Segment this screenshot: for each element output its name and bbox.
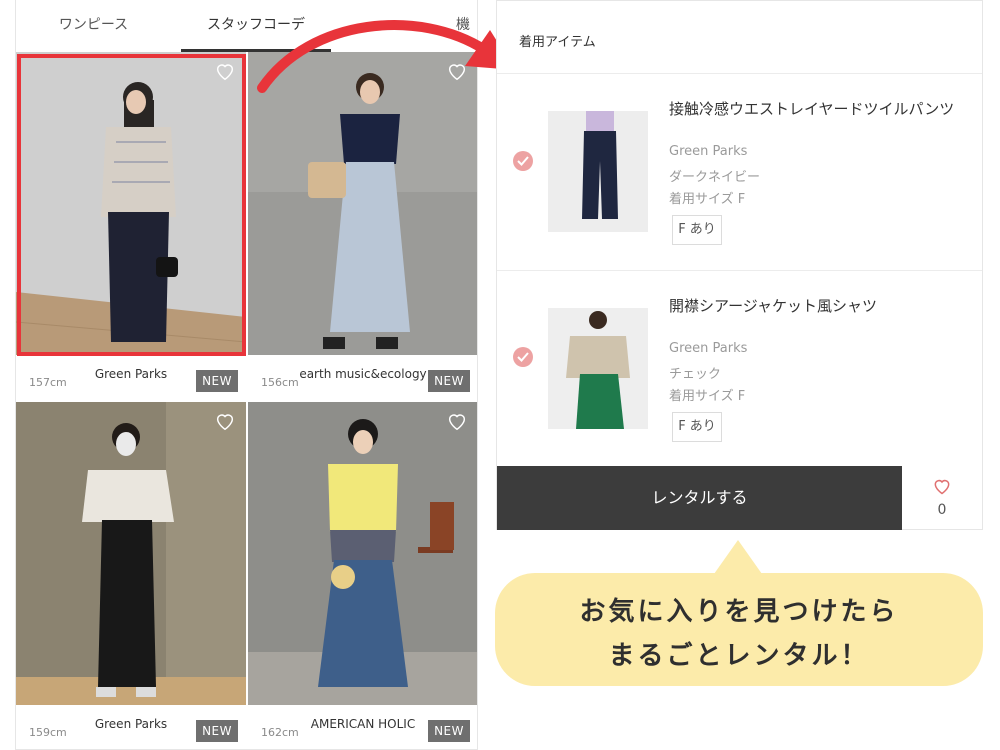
- favorite-count: 0: [937, 502, 947, 518]
- size-stock-button[interactable]: F あり: [672, 215, 722, 245]
- coordinate-card[interactable]: 159cm NEW Green Parks: [16, 402, 246, 749]
- check-icon[interactable]: [513, 347, 533, 367]
- coordinate-list-panel: ワンピース スタッフコーデ 機 157cm NEW Green Parks 15…: [15, 0, 478, 750]
- bubble-text-line1: お気に入りを見つけたら: [579, 597, 899, 627]
- outfit-photo[interactable]: [16, 402, 246, 705]
- red-arrow-icon: [257, 20, 515, 93]
- tab-onepiece[interactable]: ワンピース: [26, 0, 161, 50]
- item-name[interactable]: 接触冷感ウエストレイヤードツイルパンツ: [669, 100, 959, 119]
- brand-name: Green Parks: [94, 717, 168, 731]
- worn-item: 接触冷感ウエストレイヤードツイルパンツ Green Parks ダークネイビー …: [497, 74, 982, 270]
- item-brand: Green Parks: [669, 144, 748, 159]
- item-size: 着用サイズ F: [669, 192, 746, 207]
- heart-icon: [934, 479, 950, 495]
- worn-item: 開襟シアージャケット風シャツ Green Parks チェック 着用サイズ F …: [497, 271, 982, 467]
- brand-name: AMERICAN HOLIC: [310, 717, 416, 731]
- check-icon[interactable]: [513, 151, 533, 171]
- coordinate-card[interactable]: 157cm NEW Green Parks: [16, 52, 246, 400]
- item-thumbnail[interactable]: [548, 308, 648, 429]
- speech-bubble-tail: [714, 540, 762, 574]
- item-color: ダークネイビー: [669, 170, 761, 185]
- heart-icon[interactable]: [214, 60, 236, 82]
- item-name[interactable]: 開襟シアージャケット風シャツ: [669, 297, 959, 316]
- heart-icon[interactable]: [446, 410, 468, 432]
- item-thumbnail[interactable]: [548, 111, 648, 232]
- coordinate-card[interactable]: 162cm NEW AMERICAN HOLIC: [248, 402, 477, 749]
- outfit-photo[interactable]: [248, 402, 477, 705]
- brand-name: Green Parks: [94, 367, 168, 381]
- brand-name: earth music&ecology: [299, 367, 427, 381]
- bubble-text-line2: まるごとレンタル！: [608, 641, 870, 671]
- section-title: 着用アイテム: [519, 35, 596, 50]
- worn-items-panel: 着用アイテム 接触冷感ウエストレイヤードツイルパンツ Green Parks ダ…: [496, 0, 983, 530]
- rent-button[interactable]: レンタルする: [497, 466, 902, 530]
- heart-icon[interactable]: [214, 410, 236, 432]
- size-stock-button[interactable]: F あり: [672, 412, 722, 442]
- favorite-button[interactable]: 0: [902, 466, 982, 530]
- item-size: 着用サイズ F: [669, 389, 746, 404]
- item-brand: Green Parks: [669, 341, 748, 356]
- item-color: チェック: [669, 367, 722, 382]
- speech-bubble: お気に入りを見つけたら まるごとレンタル！: [495, 573, 983, 686]
- outfit-photo[interactable]: [16, 52, 246, 355]
